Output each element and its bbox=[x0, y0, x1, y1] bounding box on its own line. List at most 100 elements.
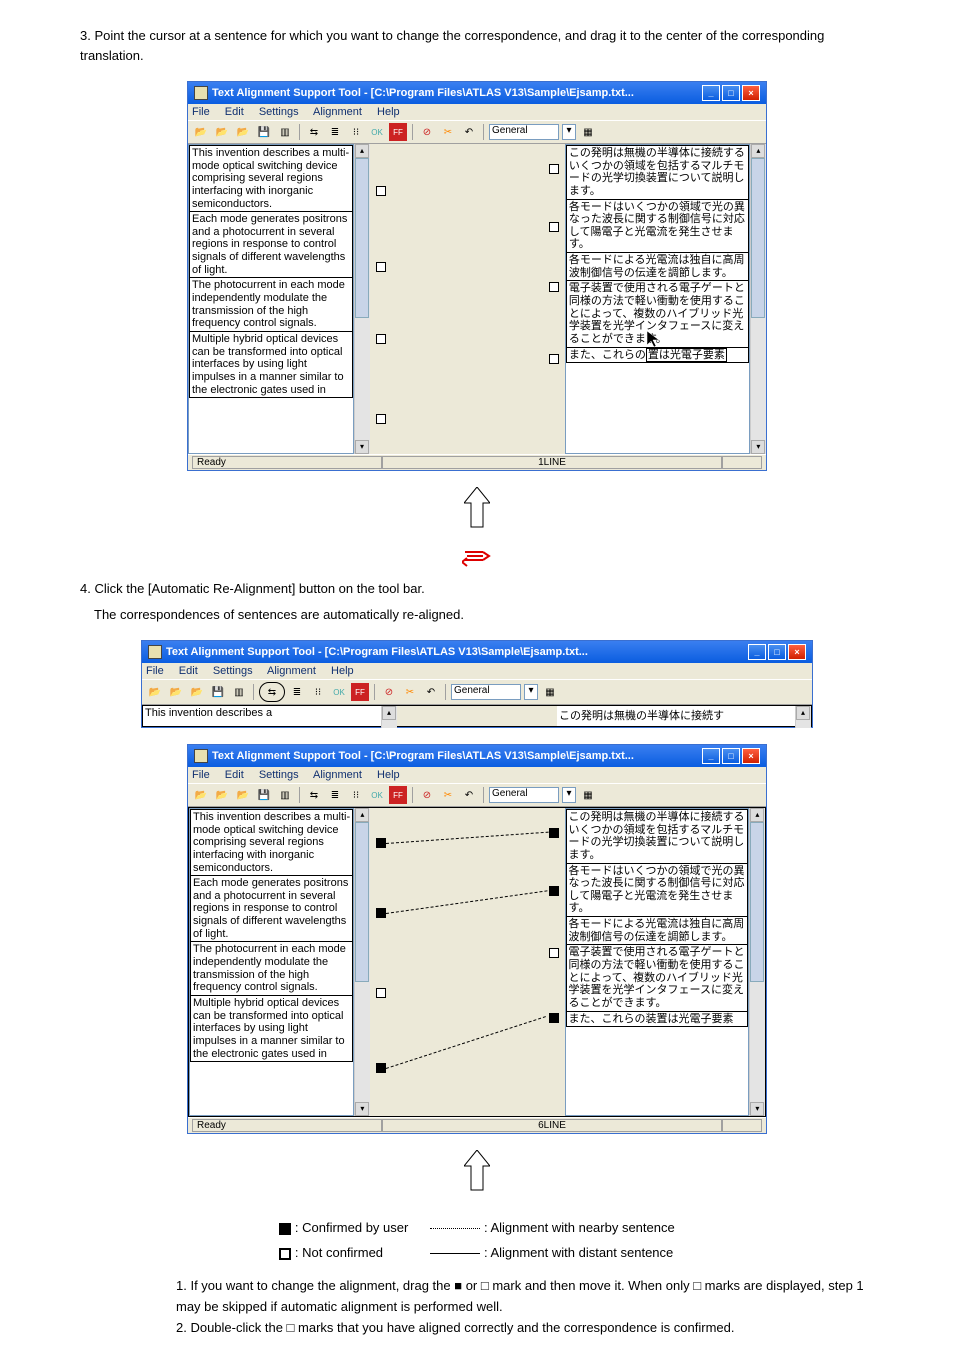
open-icon[interactable]: 📂 bbox=[192, 786, 210, 804]
scroll-up-icon[interactable]: ▴ bbox=[382, 706, 396, 720]
ff-button[interactable]: FF bbox=[389, 123, 407, 141]
ok-button[interactable]: OK bbox=[330, 683, 348, 701]
maximize-button[interactable]: □ bbox=[722, 85, 740, 101]
menu-file[interactable]: File bbox=[192, 106, 210, 118]
save-icon[interactable]: 💾 bbox=[209, 683, 227, 701]
list-icon[interactable]: ≣ bbox=[326, 786, 344, 804]
menu-edit[interactable]: Edit bbox=[225, 106, 244, 118]
tgt-block[interactable]: 各モードはいくつかの領域で光の異なった波長に関する制御信号に対応して陽電子と光電… bbox=[566, 863, 749, 918]
category-combo[interactable]: General bbox=[489, 124, 559, 140]
scrollbar-left[interactable]: ▴ ▾ bbox=[354, 808, 370, 1116]
src-block[interactable]: Multiple hybrid optical devices can be t… bbox=[189, 331, 353, 398]
align-mark-unconfirmed[interactable] bbox=[376, 988, 386, 998]
align-mark-unconfirmed[interactable] bbox=[549, 948, 559, 958]
close-button[interactable]: × bbox=[742, 85, 760, 101]
doc-icon[interactable]: ▥ bbox=[276, 123, 294, 141]
src-block[interactable]: This invention describes a multi-mode op… bbox=[190, 809, 353, 876]
scrollbar-right[interactable]: ▴ ▾ bbox=[750, 144, 766, 454]
dict-icon[interactable]: ▦ bbox=[579, 786, 597, 804]
align-mark-confirmed[interactable] bbox=[549, 828, 559, 838]
undo-icon[interactable]: ↶ bbox=[460, 786, 478, 804]
align-mark-unconfirmed[interactable] bbox=[549, 282, 559, 292]
scroll-up-icon[interactable]: ▴ bbox=[750, 808, 764, 822]
align-mark-unconfirmed[interactable] bbox=[549, 222, 559, 232]
menu-help[interactable]: Help bbox=[377, 106, 400, 118]
scroll-down-icon[interactable]: ▾ bbox=[751, 440, 765, 454]
list2-icon[interactable]: ⁝⁝ bbox=[309, 683, 327, 701]
align-mark-confirmed[interactable] bbox=[376, 908, 386, 918]
scroll-up-icon[interactable]: ▴ bbox=[355, 808, 369, 822]
close-button[interactable]: × bbox=[742, 748, 760, 764]
scrollbar-thumb[interactable] bbox=[751, 158, 765, 318]
scissors-icon[interactable]: ✂ bbox=[439, 123, 457, 141]
list2-icon[interactable]: ⁝⁝ bbox=[347, 123, 365, 141]
menu-alignment[interactable]: Alignment bbox=[313, 106, 362, 118]
align-mark-unconfirmed[interactable] bbox=[549, 354, 559, 364]
minimize-button[interactable]: _ bbox=[702, 85, 720, 101]
scissors-icon[interactable]: ✂ bbox=[439, 786, 457, 804]
tgt-block[interactable]: また、これらの装置は光電子要素 bbox=[566, 1011, 749, 1028]
src-block[interactable]: Each mode generates positrons and a phot… bbox=[190, 875, 353, 942]
align-mark-confirmed[interactable] bbox=[549, 1013, 559, 1023]
scrollbar-thumb[interactable] bbox=[355, 822, 369, 982]
src-block[interactable]: The photocurrent in each mode independen… bbox=[189, 277, 353, 332]
close-button[interactable]: × bbox=[788, 644, 806, 660]
minimize-button[interactable]: _ bbox=[702, 748, 720, 764]
scissors-icon[interactable]: ✂ bbox=[401, 683, 419, 701]
menu-file[interactable]: File bbox=[146, 665, 164, 677]
menu-settings[interactable]: Settings bbox=[259, 769, 299, 781]
titlebar[interactable]: Text Alignment Support Tool - [C:\Progra… bbox=[188, 745, 766, 767]
open-icon[interactable]: 📂 bbox=[192, 123, 210, 141]
src-block[interactable]: Multiple hybrid optical devices can be t… bbox=[190, 995, 353, 1062]
scrollbar-thumb[interactable] bbox=[355, 158, 369, 318]
realign-icon[interactable]: ⇆ bbox=[263, 683, 281, 701]
doc-icon[interactable]: ▥ bbox=[230, 683, 248, 701]
scroll-up-icon[interactable]: ▴ bbox=[751, 144, 765, 158]
scroll-up-icon[interactable]: ▴ bbox=[796, 706, 810, 720]
open2-icon[interactable]: 📂 bbox=[213, 123, 231, 141]
list2-icon[interactable]: ⁝⁝ bbox=[347, 786, 365, 804]
open3-icon[interactable]: 📂 bbox=[234, 786, 252, 804]
tgt-block[interactable]: 電子装置で使用される電子ゲートと同様の方法で軽い衝動を使用することによって、複数… bbox=[566, 944, 749, 1011]
titlebar[interactable]: Text Alignment Support Tool - [C:\Progra… bbox=[188, 82, 766, 104]
list-icon[interactable]: ≣ bbox=[288, 683, 306, 701]
src-block[interactable]: This invention describes a multi-mode op… bbox=[189, 145, 353, 212]
align-mark-unconfirmed[interactable] bbox=[376, 414, 386, 424]
open3-icon[interactable]: 📂 bbox=[188, 683, 206, 701]
align-mark-unconfirmed[interactable] bbox=[376, 186, 386, 196]
align-mark-unconfirmed[interactable] bbox=[376, 262, 386, 272]
tgt-block[interactable]: また、これらの置は光電子要素 bbox=[566, 347, 750, 364]
menu-edit[interactable]: Edit bbox=[225, 769, 244, 781]
combo-dropdown-icon[interactable]: ▾ bbox=[562, 124, 576, 140]
dict-icon[interactable]: ▦ bbox=[541, 683, 559, 701]
open3-icon[interactable]: 📂 bbox=[234, 123, 252, 141]
align-mark-confirmed[interactable] bbox=[376, 1063, 386, 1073]
src-block[interactable]: The photocurrent in each mode independen… bbox=[190, 941, 353, 996]
ok-button[interactable]: OK bbox=[368, 123, 386, 141]
ff-button[interactable]: FF bbox=[351, 683, 369, 701]
menu-help[interactable]: Help bbox=[331, 665, 354, 677]
menu-alignment[interactable]: Alignment bbox=[267, 665, 316, 677]
scroll-down-icon[interactable]: ▾ bbox=[355, 1102, 369, 1116]
scrollbar-thumb[interactable] bbox=[750, 822, 764, 982]
no-icon[interactable]: ⊘ bbox=[418, 786, 436, 804]
ff-button[interactable]: FF bbox=[389, 786, 407, 804]
scrollbar-left[interactable]: ▴ bbox=[381, 706, 397, 728]
realign-icon[interactable]: ⇆ bbox=[305, 123, 323, 141]
combo-dropdown-icon[interactable]: ▾ bbox=[562, 787, 576, 803]
combo-dropdown-icon[interactable]: ▾ bbox=[524, 684, 538, 700]
menu-file[interactable]: File bbox=[192, 769, 210, 781]
scroll-up-icon[interactable]: ▴ bbox=[355, 144, 369, 158]
align-mark-unconfirmed[interactable] bbox=[549, 164, 559, 174]
src-block[interactable]: Each mode generates positrons and a phot… bbox=[189, 211, 353, 278]
menu-edit[interactable]: Edit bbox=[179, 665, 198, 677]
undo-icon[interactable]: ↶ bbox=[460, 123, 478, 141]
category-combo[interactable]: General bbox=[489, 787, 559, 803]
scrollbar-right[interactable]: ▴ bbox=[795, 706, 811, 728]
doc-icon[interactable]: ▥ bbox=[276, 786, 294, 804]
maximize-button[interactable]: □ bbox=[768, 644, 786, 660]
scroll-down-icon[interactable]: ▾ bbox=[355, 440, 369, 454]
maximize-button[interactable]: □ bbox=[722, 748, 740, 764]
scrollbar-right[interactable]: ▴ ▾ bbox=[749, 808, 765, 1116]
tgt-block[interactable]: 各モードによる光電流は独自に高周波制御信号の伝達を調節します。 bbox=[566, 252, 750, 281]
